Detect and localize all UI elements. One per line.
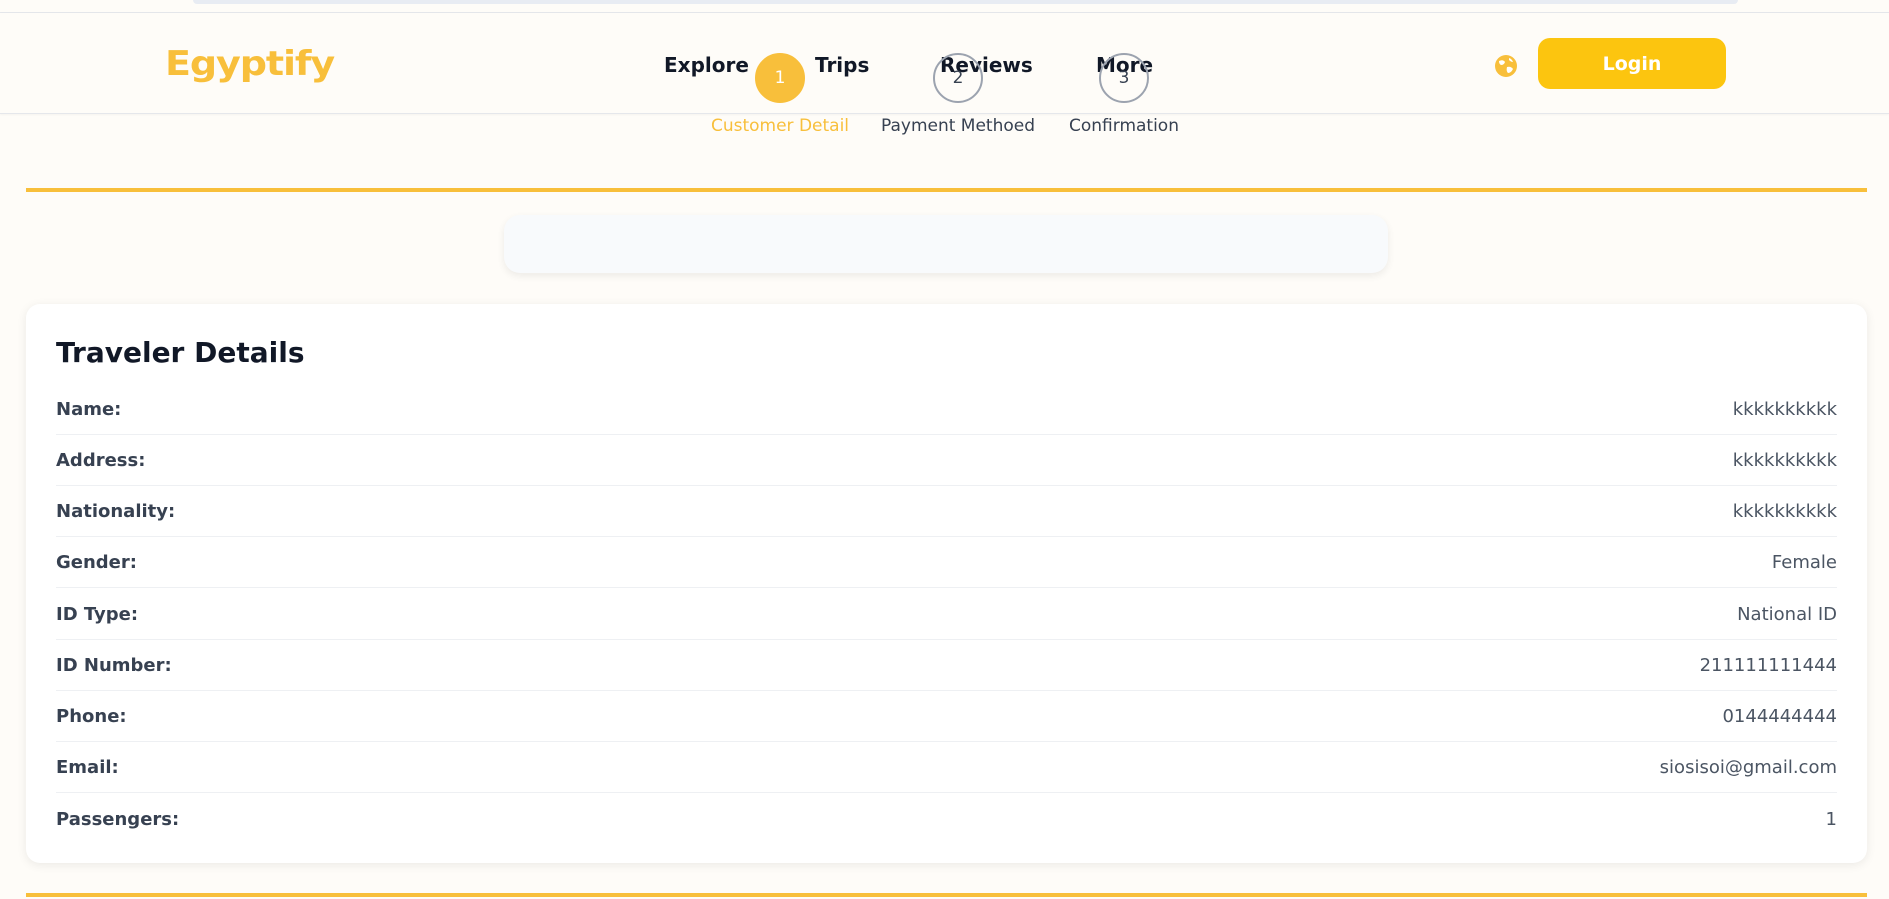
login-button[interactable]: Login: [1538, 38, 1726, 89]
detail-value: siosisoi@gmail.com: [1659, 756, 1837, 778]
detail-label: Email:: [56, 756, 119, 778]
detail-value: Female: [1771, 551, 1837, 573]
detail-row-id-type: ID Type: National ID: [56, 589, 1837, 640]
top-pill-decoration: [193, 0, 1738, 4]
detail-label: Passengers:: [56, 809, 180, 830]
globe-icon[interactable]: [1493, 53, 1519, 79]
detail-value: 0144444444: [1722, 705, 1837, 727]
detail-row-address: Address: kkkkkkkkkk: [56, 435, 1837, 486]
detail-row-name: Name: kkkkkkkkkk: [56, 384, 1837, 435]
detail-row-phone: Phone: 0144444444: [56, 691, 1837, 742]
step-circle-2[interactable]: 2: [933, 53, 983, 103]
step-label-payment-method: Payment Methoed: [880, 116, 1036, 136]
detail-label: ID Number:: [56, 654, 172, 676]
detail-value: kkkkkkkkkk: [1732, 449, 1837, 471]
detail-label: Nationality:: [56, 500, 176, 522]
detail-label: Address:: [56, 449, 146, 471]
step-circle-1[interactable]: 1: [755, 53, 805, 103]
detail-value: 211111111444: [1699, 654, 1837, 676]
nav-link-explore[interactable]: Explore: [664, 53, 749, 77]
empty-panel: [504, 215, 1388, 273]
detail-row-email: Email: siosisoi@gmail.com: [56, 742, 1837, 793]
step-circle-3[interactable]: 3: [1099, 53, 1149, 103]
step-label-customer-detail: Customer Detail: [710, 116, 850, 136]
detail-row-nationality: Nationality: kkkkkkkkkk: [56, 486, 1837, 537]
top-strip: [0, 0, 1889, 13]
detail-row-passengers: Passengers: 1: [56, 794, 1837, 845]
detail-label: ID Type:: [56, 603, 139, 625]
detail-row-gender: Gender: Female: [56, 537, 1837, 588]
accent-divider-bottom: [26, 893, 1867, 897]
detail-row-id-number: ID Number: 211111111444: [56, 640, 1837, 691]
brand-logo[interactable]: Egyptify: [165, 44, 335, 84]
detail-value: National ID: [1737, 603, 1837, 625]
detail-label: Phone:: [56, 705, 127, 727]
detail-value: kkkkkkkkkk: [1732, 398, 1837, 420]
nav-link-trips[interactable]: Trips: [815, 53, 869, 77]
detail-label: Name:: [56, 398, 122, 420]
traveler-details-card: Traveler Details Name: kkkkkkkkkk Addres…: [26, 304, 1867, 863]
traveler-details-title: Traveler Details: [56, 336, 305, 369]
detail-label: Gender:: [56, 551, 137, 573]
accent-divider-top: [26, 188, 1867, 192]
detail-value: 1: [1825, 809, 1837, 830]
step-label-confirmation: Confirmation: [1069, 116, 1179, 136]
detail-value: kkkkkkkkkk: [1732, 500, 1837, 522]
